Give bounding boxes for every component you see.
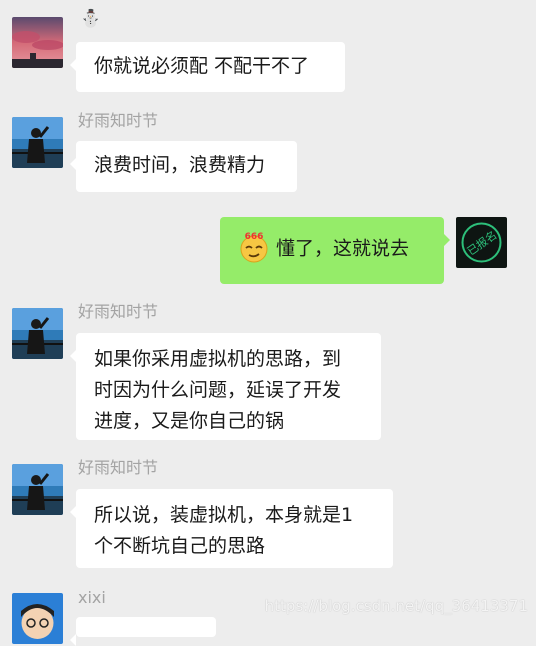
message-text: 浪费时间，浪费精力 [94, 154, 266, 176]
sender-name: xixi [78, 588, 106, 607]
sunset-landscape-avatar-image [12, 17, 63, 68]
message-text-line: 个不断坑自己的思路 [94, 535, 266, 557]
signed-up-stamp-avatar-image: 已报名 [456, 217, 507, 268]
message-bubble[interactable] [70, 617, 216, 646]
sender-name: 好雨知时节 [78, 458, 159, 477]
message-bubble[interactable]: 如果你采用虚拟机的思路，到 时因为什么问题，延误了开发 进度，又是你自己的锅 [70, 333, 381, 440]
message-text-line: 时因为什么问题，延误了开发 [94, 379, 342, 401]
sender-avatar[interactable] [12, 593, 63, 644]
message-bubble[interactable]: 所以说，装虚拟机，本身就是1 个不断坑自己的思路 [70, 489, 393, 568]
message-text-line: 进度，又是你自己的锅 [94, 410, 285, 432]
emoji-666-text: 666 [245, 232, 264, 242]
sender-name: 好雨知时节 [78, 302, 159, 321]
sender-avatar[interactable] [12, 464, 63, 515]
message-text: 懂了，这就说去 [276, 237, 410, 260]
self-avatar[interactable]: 已报名 [456, 217, 507, 268]
blog-watermark: https://blog.csdn.net/qq_36413371 [264, 597, 528, 615]
person-by-lake-avatar-image [12, 117, 63, 168]
sender-name: ⛄ [80, 9, 102, 29]
cartoon-boy-avatar-image [12, 593, 63, 644]
message-text: 你就说必须配 不配干不了 [94, 55, 310, 77]
sender-name: 好雨知时节 [78, 111, 159, 130]
person-by-lake-avatar-image [12, 464, 63, 515]
sender-avatar[interactable] [12, 308, 63, 359]
666-emoji-icon: 666 [238, 231, 270, 263]
message-bubble[interactable]: 浪费时间，浪费精力 [70, 141, 297, 192]
message-text-line: 所以说，装虚拟机，本身就是1 [94, 504, 354, 526]
message-text-line: 如果你采用虚拟机的思路，到 [94, 348, 342, 370]
outgoing-message-bubble[interactable]: 666 懂了，这就说去 [220, 217, 450, 284]
person-by-lake-avatar-image [12, 308, 63, 359]
sender-avatar[interactable] [12, 117, 63, 168]
message-bubble[interactable]: 你就说必须配 不配干不了 [70, 42, 345, 92]
sender-avatar[interactable] [12, 17, 63, 68]
